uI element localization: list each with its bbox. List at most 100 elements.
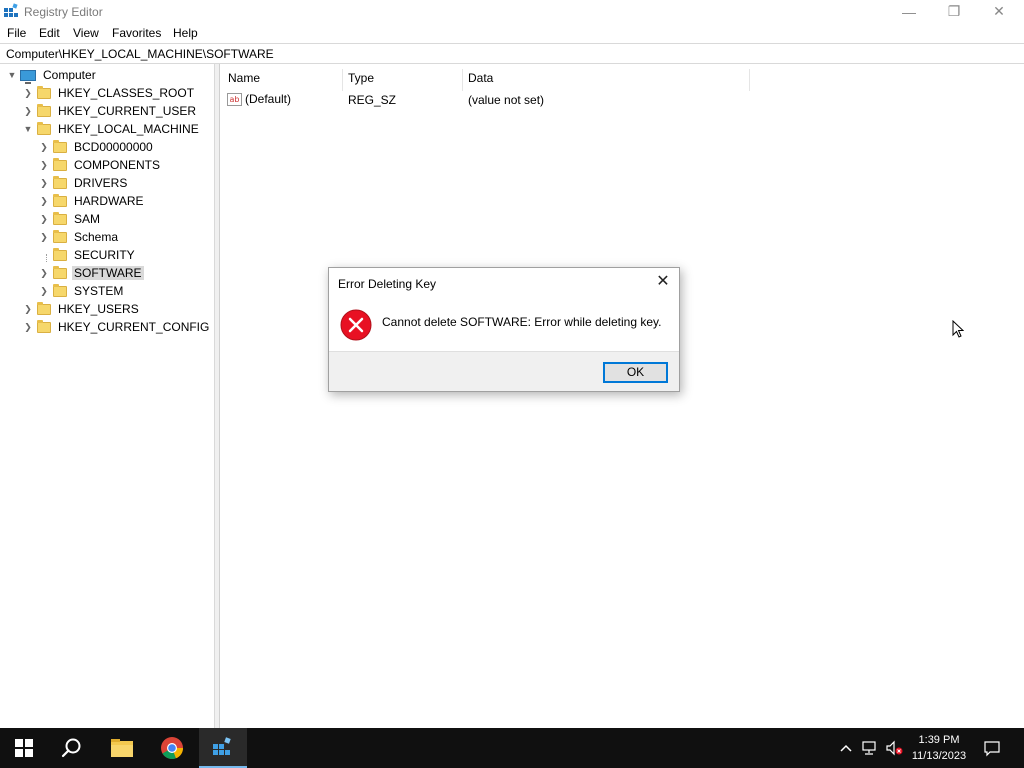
taskbar-clock[interactable]: 1:39 PM 11/13/2023 bbox=[902, 732, 976, 764]
chevron-right-icon[interactable]: ❯ bbox=[38, 156, 50, 174]
tree-item-hkey-classes-root[interactable]: ❯ HKEY_CLASSES_ROOT bbox=[22, 84, 196, 102]
chevron-right-icon[interactable]: ❯ bbox=[38, 210, 50, 228]
tree-item-hardware[interactable]: ❯ HARDWARE bbox=[38, 192, 146, 210]
tree-item-label: SYSTEM bbox=[74, 284, 124, 298]
folder-icon bbox=[53, 157, 67, 171]
tree-item-hkey-users[interactable]: ❯ HKEY_USERS bbox=[22, 300, 141, 318]
ok-button[interactable]: OK bbox=[603, 362, 668, 383]
tree-item-drivers[interactable]: ❯ DRIVERS bbox=[38, 174, 129, 192]
address-bar[interactable]: Computer\HKEY_LOCAL_MACHINE\SOFTWARE bbox=[0, 43, 1024, 64]
network-icon[interactable] bbox=[860, 738, 880, 758]
folder-icon bbox=[37, 103, 51, 117]
tree-item-hkey-current-config[interactable]: ❯ HKEY_CURRENT_CONFIG bbox=[22, 318, 211, 336]
chevron-right-icon[interactable]: ❯ bbox=[38, 138, 50, 156]
mouse-cursor-icon bbox=[952, 320, 964, 338]
clock-date: 11/13/2023 bbox=[911, 750, 967, 762]
tree-item-label: SAM bbox=[74, 212, 101, 226]
chevron-down-icon[interactable]: ▼ bbox=[6, 66, 18, 84]
tree-item-label: HKEY_USERS bbox=[58, 302, 139, 316]
tree-item-label: HARDWARE bbox=[74, 194, 144, 208]
dialog-close-icon[interactable]: ✕ bbox=[655, 273, 671, 291]
tree-item-label: DRIVERS bbox=[74, 176, 128, 190]
registry-editor-window: Registry Editor — ❐ ✕ File Edit View Fav… bbox=[0, 0, 1024, 728]
chevron-right-icon[interactable]: ❯ bbox=[38, 192, 50, 210]
tree-item-hkey-local-machine[interactable]: ▼ HKEY_LOCAL_MACHINE bbox=[22, 120, 201, 138]
string-value-icon: ab bbox=[227, 93, 242, 107]
column-header-type[interactable]: Type bbox=[341, 69, 463, 91]
minimize-button[interactable]: — bbox=[886, 0, 932, 23]
tree-item-computer[interactable]: ▼ Computer bbox=[6, 66, 98, 84]
tree-item-schema[interactable]: ❯ Schema bbox=[38, 228, 120, 246]
tree-item-hkey-current-user[interactable]: ❯ HKEY_CURRENT_USER bbox=[22, 102, 198, 120]
tree-item-software[interactable]: ❯ SOFTWARE bbox=[38, 264, 144, 282]
value-type: REG_SZ bbox=[348, 93, 397, 107]
window-title: Registry Editor bbox=[24, 5, 103, 19]
registry-editor-app-icon bbox=[4, 3, 18, 17]
dialog-title: Error Deleting Key bbox=[338, 277, 437, 291]
computer-icon bbox=[20, 69, 36, 84]
chevron-right-icon[interactable]: ❯ bbox=[38, 282, 50, 300]
chevron-right-icon[interactable]: ❯ bbox=[38, 264, 50, 282]
tree-item-label: HKEY_CURRENT_CONFIG bbox=[58, 320, 210, 334]
start-button[interactable] bbox=[0, 728, 48, 768]
folder-icon bbox=[53, 265, 67, 279]
chevron-right-icon[interactable]: ❯ bbox=[38, 228, 50, 246]
folder-icon bbox=[53, 193, 67, 207]
tree-item-label: COMPONENTS bbox=[74, 158, 161, 172]
value-name-cell: ab (Default) bbox=[227, 92, 292, 107]
value-name: (Default) bbox=[245, 92, 292, 106]
menu-file[interactable]: File bbox=[7, 26, 26, 40]
search-icon bbox=[61, 738, 81, 758]
registry-editor-taskbar-button[interactable] bbox=[199, 728, 247, 768]
value-data: (value not set) bbox=[468, 93, 545, 107]
tree-item-label-selected: SOFTWARE bbox=[72, 266, 144, 280]
tree-item-label: BCD00000000 bbox=[74, 140, 153, 154]
column-header-name[interactable]: Name bbox=[221, 69, 343, 91]
values-list-pane: Name Type Data ab (Default) REG_SZ (value… bbox=[221, 64, 1024, 728]
folder-icon bbox=[37, 319, 51, 333]
menu-favorites[interactable]: Favorites bbox=[112, 26, 161, 40]
tree-item-bcd[interactable]: ❯ BCD00000000 bbox=[38, 138, 155, 156]
volume-muted-icon[interactable] bbox=[884, 738, 904, 758]
pane-splitter[interactable] bbox=[215, 64, 220, 728]
chrome-icon bbox=[161, 737, 184, 760]
key-tree-pane: ▼ Computer ❯ HKEY_CLASSES_ROOT ❯ HKEY_CU… bbox=[0, 64, 215, 728]
notifications-icon[interactable] bbox=[982, 738, 1002, 758]
folder-icon bbox=[53, 175, 67, 189]
search-button[interactable] bbox=[48, 728, 96, 768]
menu-help[interactable]: Help bbox=[173, 26, 198, 40]
error-dialog: Error Deleting Key ✕ Cannot delete SOFTW… bbox=[328, 267, 680, 392]
close-button[interactable]: ✕ bbox=[976, 0, 1022, 23]
menu-bar: File Edit View Favorites Help bbox=[0, 23, 1024, 43]
taskbar: 1:39 PM 11/13/2023 bbox=[0, 728, 1024, 768]
tree-item-components[interactable]: ❯ COMPONENTS bbox=[38, 156, 162, 174]
tree-item-sam[interactable]: ❯ SAM bbox=[38, 210, 102, 228]
title-bar[interactable]: Registry Editor — ❐ ✕ bbox=[0, 0, 1024, 23]
tree-item-security[interactable]: SECURITY bbox=[38, 246, 137, 264]
chevron-right-icon[interactable]: ❯ bbox=[38, 174, 50, 192]
chevron-right-icon[interactable]: ❯ bbox=[22, 300, 34, 318]
dialog-message: Cannot delete SOFTWARE: Error while dele… bbox=[382, 315, 662, 329]
folder-icon bbox=[53, 139, 67, 153]
tree-item-label: HKEY_CLASSES_ROOT bbox=[58, 86, 195, 100]
tree-item-system[interactable]: ❯ SYSTEM bbox=[38, 282, 125, 300]
menu-view[interactable]: View bbox=[73, 26, 99, 40]
restore-button[interactable]: ❐ bbox=[931, 0, 977, 23]
chevron-right-icon[interactable]: ❯ bbox=[22, 318, 34, 336]
dialog-footer: OK bbox=[329, 351, 679, 391]
tree-item-label: HKEY_LOCAL_MACHINE bbox=[58, 122, 199, 136]
folder-icon bbox=[37, 85, 51, 99]
windows-logo-icon bbox=[15, 739, 33, 757]
chrome-button[interactable] bbox=[148, 728, 196, 768]
column-header-data[interactable]: Data bbox=[461, 69, 750, 91]
chevron-right-icon[interactable]: ❯ bbox=[22, 102, 34, 120]
tree-item-label: Schema bbox=[74, 230, 119, 244]
registry-editor-icon bbox=[213, 737, 231, 755]
error-icon bbox=[340, 309, 372, 341]
file-explorer-button[interactable] bbox=[98, 728, 146, 768]
chevron-right-icon[interactable]: ❯ bbox=[22, 84, 34, 102]
show-hidden-icons-chevron-up-icon[interactable] bbox=[836, 738, 856, 758]
menu-edit[interactable]: Edit bbox=[39, 26, 60, 40]
chevron-down-icon[interactable]: ▼ bbox=[22, 120, 34, 138]
